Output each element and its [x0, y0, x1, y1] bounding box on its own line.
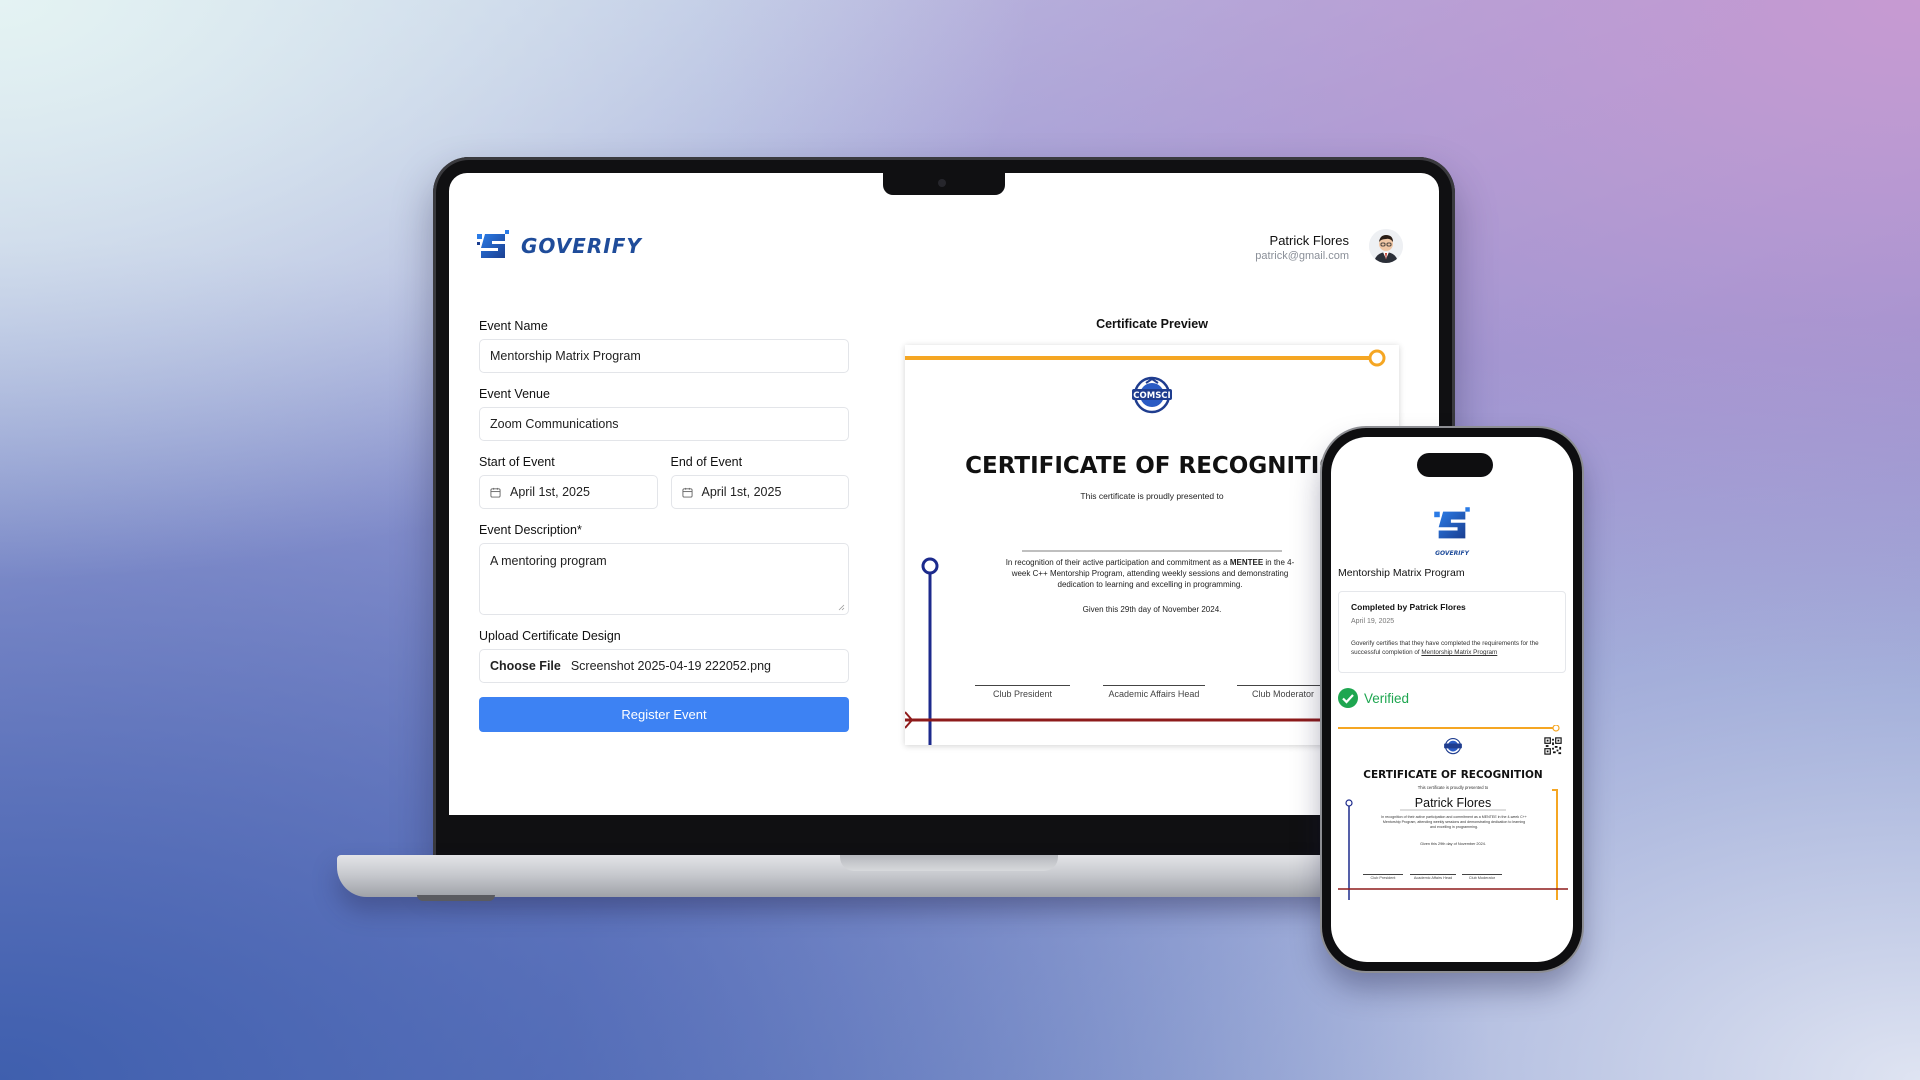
- phone-certificate-body: In recognition of their active participa…: [1381, 815, 1527, 829]
- certificate-preview-heading: Certificate Preview: [1096, 317, 1208, 331]
- verified-badge: Verified: [1338, 688, 1409, 708]
- event-name-input[interactable]: Mentorship Matrix Program: [479, 339, 849, 373]
- event-description-label: Event Description*: [479, 523, 582, 537]
- completion-card: Completed by Patrick Flores April 19, 20…: [1338, 591, 1566, 673]
- event-venue-input[interactable]: Zoom Communications: [479, 407, 849, 441]
- user-info: Patrick Flores patrick@gmail.com: [1255, 233, 1349, 262]
- phone-frame: GOVERIFY Mentorship Matrix Program Compl…: [1322, 428, 1582, 971]
- end-event-label: End of Event: [670, 455, 743, 469]
- comsci-society-seal-icon: COMSCI: [1132, 376, 1172, 414]
- signature-club-moderator: Club Moderator: [1237, 685, 1329, 699]
- completed-by: Completed by Patrick Flores: [1351, 602, 1466, 612]
- event-form: Event Name Mentorship Matrix Program Eve…: [479, 319, 849, 732]
- resize-handle-icon[interactable]: [838, 604, 845, 611]
- register-event-button[interactable]: Register Event: [479, 697, 849, 732]
- event-venue-label: Event Venue: [479, 387, 550, 401]
- camera-icon: [938, 179, 946, 187]
- completion-text: Goverify certifies that they have comple…: [1351, 639, 1553, 657]
- laptop-screen: GOVERIFY Patrick Flores patrick@gmail.co…: [449, 173, 1439, 815]
- signature-club-president: Club President: [975, 685, 1070, 699]
- phone-signature-club-president: Club President: [1363, 874, 1403, 880]
- phone-signature-club-moderator: Club Moderator: [1462, 874, 1502, 880]
- start-date-picker[interactable]: April 1st, 2025: [479, 475, 658, 509]
- phone-logo-text: GOVERIFY: [1435, 550, 1469, 557]
- phone-certificate-title: CERTIFICATE OF RECOGNITION: [1363, 769, 1543, 781]
- event-description-value: A mentoring program: [490, 554, 607, 568]
- phone-screen: GOVERIFY Mentorship Matrix Program Compl…: [1331, 437, 1573, 962]
- goverify-logo-icon: [1434, 507, 1470, 539]
- calendar-icon: [681, 487, 693, 498]
- end-date-picker[interactable]: April 1st, 2025: [670, 475, 849, 509]
- choose-file-button[interactable]: Choose File: [490, 659, 561, 673]
- phone-logo: GOVERIFY: [1430, 505, 1474, 557]
- completion-date: April 19, 2025: [1351, 618, 1395, 625]
- signature-academic-affairs-head: Academic Affairs Head: [1103, 685, 1205, 699]
- end-date-value: April 1st, 2025: [701, 485, 782, 499]
- event-description-textarea[interactable]: A mentoring program: [479, 543, 849, 615]
- certificate-body: In recognition of their active participa…: [1000, 557, 1300, 590]
- calendar-icon: [490, 487, 501, 498]
- certificate-body-pre: In recognition of their active participa…: [1005, 558, 1230, 567]
- svg-text:COMSCI: COMSCI: [1133, 391, 1170, 401]
- logo-text: GOVERIFY: [521, 234, 642, 258]
- app-logo[interactable]: GOVERIFY: [475, 228, 642, 264]
- phone-event-title: Mentorship Matrix Program: [1338, 567, 1465, 579]
- check-circle-icon: [1338, 688, 1358, 708]
- laptop-foot-left: [417, 895, 495, 901]
- user-name: Patrick Flores: [1269, 233, 1349, 248]
- laptop-hinge-groove: [840, 855, 1058, 871]
- phone-certificate-subtitle: This certificate is proudly presented to: [1417, 785, 1489, 790]
- laptop-notch: [883, 173, 1005, 195]
- user-email: patrick@gmail.com: [1255, 250, 1349, 262]
- avatar[interactable]: [1369, 229, 1403, 263]
- phone-certificate-recipient: Patrick Flores: [1414, 796, 1492, 810]
- phone-dynamic-island: [1417, 453, 1493, 477]
- file-name: Screenshot 2025-04-19 222052.png: [570, 659, 772, 673]
- program-link[interactable]: Mentorship Matrix Program: [1421, 649, 1497, 656]
- phone-certificate: CERTIFICATE OF RECOGNITION This certific…: [1338, 725, 1568, 900]
- qr-code-icon[interactable]: [1544, 737, 1562, 755]
- goverify-logo-icon: [477, 230, 509, 258]
- file-upload-input[interactable]: Choose File Screenshot 2025-04-19 222052…: [479, 649, 849, 683]
- start-event-label: Start of Event: [479, 455, 555, 469]
- certificate-body-bold: MENTEE: [1229, 558, 1264, 567]
- start-date-value: April 1st, 2025: [510, 485, 590, 499]
- phone-signature-academic-affairs-head: Academic Affairs Head: [1410, 874, 1456, 880]
- upload-label: Upload Certificate Design: [479, 629, 621, 643]
- phone-certificate-given-date: Given this 29th day of November 2024.: [1420, 842, 1486, 846]
- comsci-society-seal-icon: [1444, 738, 1462, 755]
- user-avatar-icon: [1369, 229, 1403, 263]
- event-name-label: Event Name: [479, 319, 548, 333]
- verified-label: Verified: [1364, 690, 1410, 706]
